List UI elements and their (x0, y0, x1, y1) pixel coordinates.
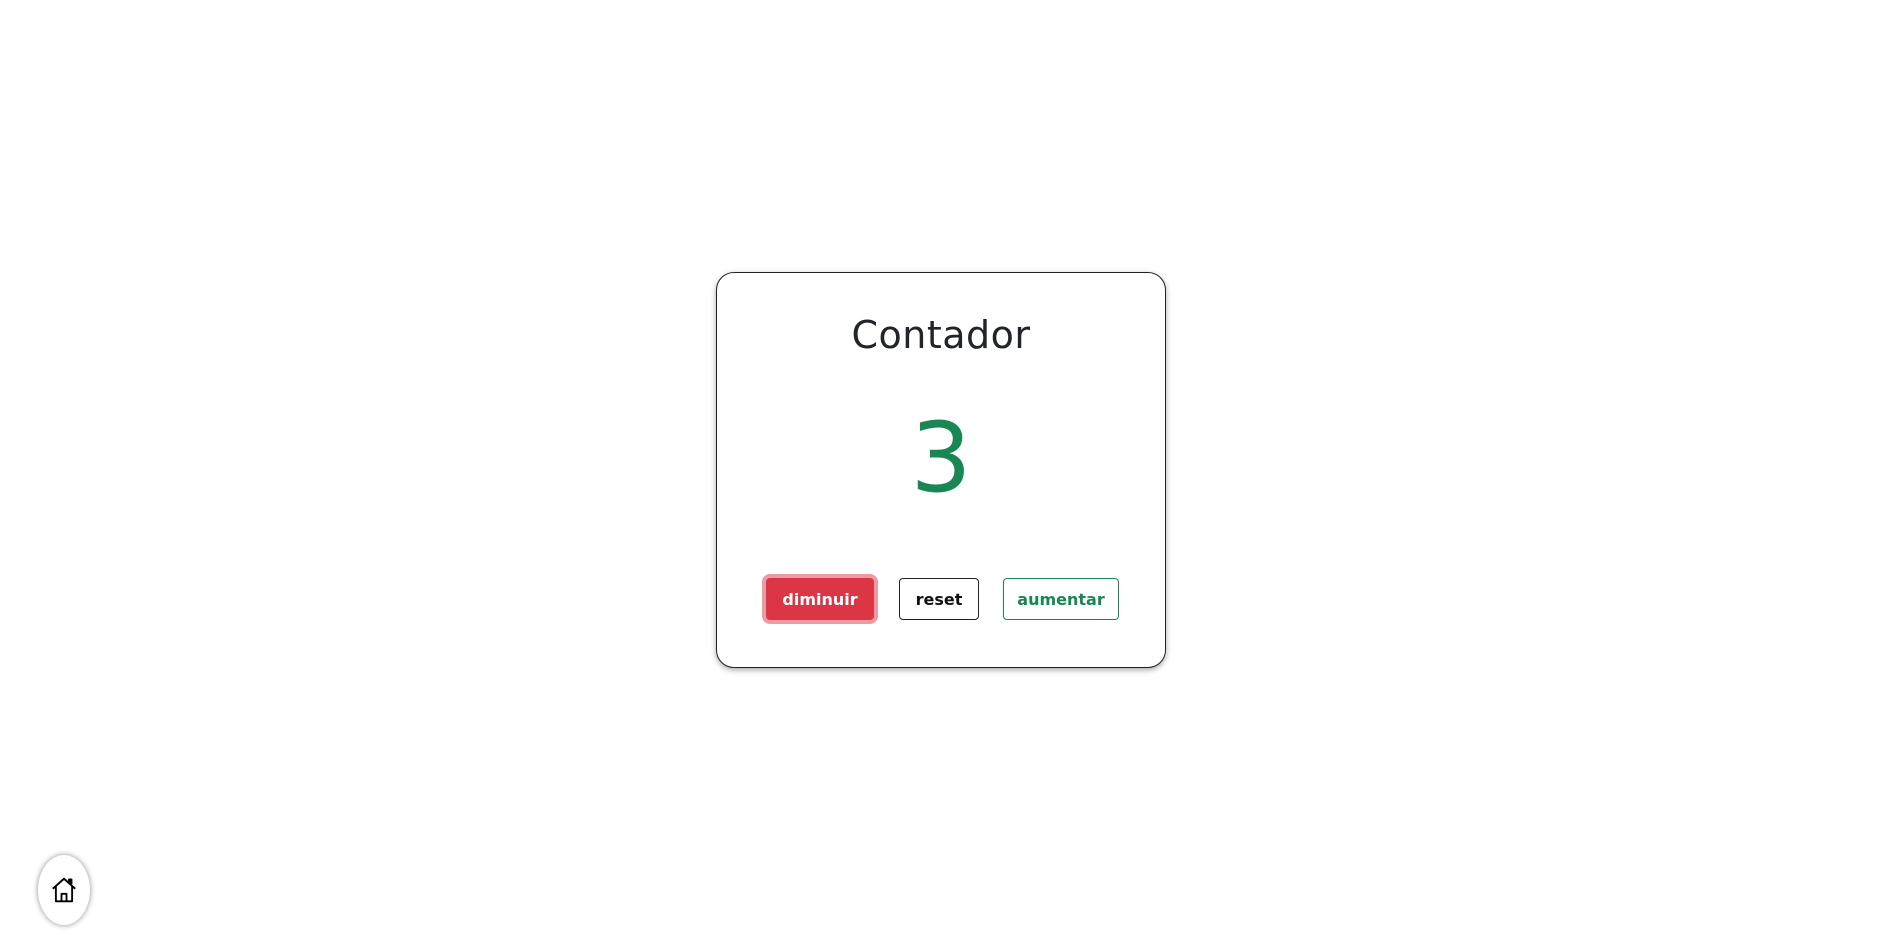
counter-value: 3 (910, 402, 972, 514)
reset-button[interactable]: reset (899, 578, 979, 620)
increase-button[interactable]: aumentar (1003, 578, 1119, 620)
counter-card: Contador 3 diminuir reset aumentar (716, 272, 1166, 668)
home-button[interactable] (38, 855, 90, 925)
home-icon (52, 877, 76, 903)
page: Contador 3 diminuir reset aumentar (0, 0, 1879, 938)
decrease-button[interactable]: diminuir (766, 578, 874, 620)
counter-title: Contador (851, 313, 1031, 357)
